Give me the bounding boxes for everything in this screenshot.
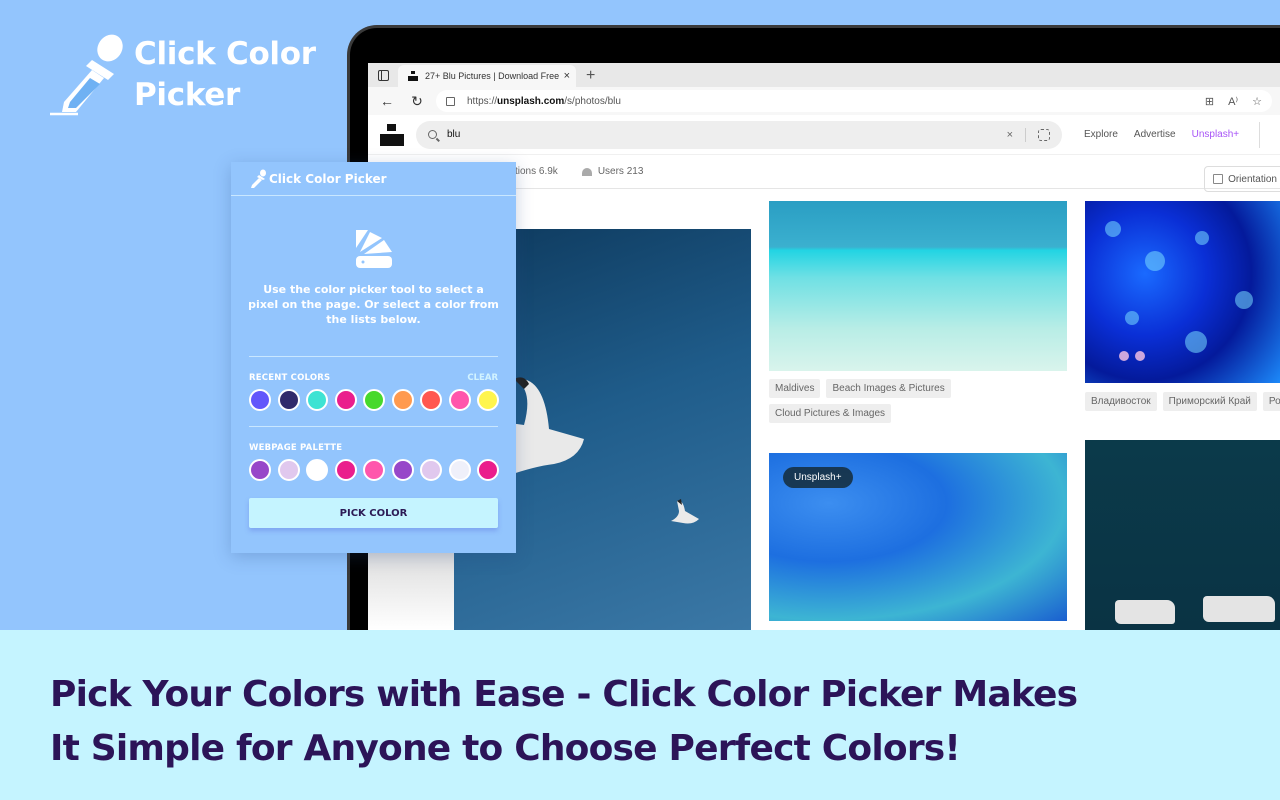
tab-close-button[interactable]: × <box>564 70 570 82</box>
recent-color-swatch[interactable] <box>448 389 471 411</box>
unsplash-nav: Explore Advertise Unsplash+ <box>1084 129 1239 140</box>
popup-description: Use the color picker tool to select a pi… <box>248 283 499 326</box>
palette-color-swatch[interactable] <box>391 459 414 481</box>
search-value: blu <box>447 129 461 140</box>
orientation-icon <box>1213 174 1224 184</box>
webpage-palette-label: WEBPAGE PALETTE <box>249 443 343 453</box>
palette-color-swatch[interactable] <box>363 459 385 481</box>
unsplash-favicon-icon <box>408 71 418 81</box>
brand-logo: Click Color Picker <box>48 32 316 118</box>
url-path: /s/photos/blu <box>564 95 621 107</box>
color-picker-popup: Click Color Picker Use the color picker … <box>231 162 516 553</box>
clear-search-button[interactable]: × <box>1007 129 1013 141</box>
clear-recent-button[interactable]: CLEAR <box>467 373 498 383</box>
brand-title-line2: Picker <box>134 77 241 113</box>
divider <box>249 356 498 357</box>
photo-blue-balloons[interactable]: Unsplash+ <box>769 453 1067 621</box>
unsplash-header: blu × Explore Advertise Unsplash+ <box>368 115 1280 155</box>
search-divider <box>1025 127 1026 142</box>
palette-color-swatch[interactable] <box>249 459 271 481</box>
browser-tab[interactable]: 27+ Blu Pictures | Download Free × <box>398 65 576 87</box>
nav-divider <box>1259 121 1261 148</box>
tag[interactable]: Cloud Pictures & Images <box>769 404 892 423</box>
search-input[interactable]: blu × <box>416 120 1062 149</box>
tag[interactable]: Beach Images & Pictures <box>826 379 951 398</box>
favorites-icon[interactable]: ☆ <box>1252 95 1262 108</box>
recent-color-swatch[interactable] <box>334 389 357 411</box>
recent-color-swatch[interactable] <box>391 389 414 411</box>
tab-bar: 27+ Blu Pictures | Download Free × + <box>368 63 1280 87</box>
banner-line2: It Simple for Anyone to Choose Perfect C… <box>50 728 961 769</box>
reload-button[interactable]: ↻ <box>406 93 428 110</box>
sidebar-toggle-button[interactable] <box>368 63 398 87</box>
eyedropper-icon <box>251 169 266 188</box>
palette-color-swatch[interactable] <box>334 459 357 481</box>
new-tab-button[interactable]: + <box>586 65 595 87</box>
recent-color-swatch[interactable] <box>249 389 271 411</box>
tab-users-label: Users 213 <box>597 166 644 177</box>
unsplash-plus-badge: Unsplash+ <box>783 467 853 488</box>
bokeh-tags: Владивосток Приморский Край Ро <box>1085 392 1280 411</box>
back-button[interactable]: ← <box>376 93 398 109</box>
tag[interactable]: Приморский Край <box>1162 392 1257 411</box>
sidebar-icon <box>377 69 389 81</box>
nav-explore[interactable]: Explore <box>1084 129 1118 140</box>
tab-title: 27+ Blu Pictures | Download Free <box>425 71 560 81</box>
seagull-small-image <box>671 499 699 524</box>
promo-banner: Pick Your Colors with Ease - Click Color… <box>0 630 1280 800</box>
address-bar[interactable]: https://unsplash.com/s/photos/blu ⊞ A⁾ ☆ <box>436 90 1272 112</box>
recent-color-swatch[interactable] <box>420 389 442 411</box>
read-aloud-icon[interactable]: A⁾ <box>1228 95 1238 108</box>
search-icon <box>428 130 437 139</box>
orientation-filter-button[interactable]: Orientation <box>1204 166 1280 192</box>
url-host: unsplash.com <box>497 95 565 107</box>
unsplash-logo[interactable] <box>380 123 404 146</box>
orientation-label: Orientation <box>1228 173 1277 185</box>
recent-color-swatch[interactable] <box>477 389 499 411</box>
banner-line1: Pick Your Colors with Ease - Click Color… <box>50 674 1078 715</box>
navigation-bar: ← ↻ https://unsplash.com/s/photos/blu ⊞ … <box>368 87 1280 115</box>
palette-color-swatch[interactable] <box>420 459 442 481</box>
nav-advertise[interactable]: Advertise <box>1134 129 1176 140</box>
tab-users[interactable]: Users 213 <box>581 166 644 177</box>
palette-color-swatch[interactable] <box>477 459 499 481</box>
palette-color-swatch[interactable] <box>448 459 471 481</box>
palette-color-swatch[interactable] <box>277 459 300 481</box>
app-available-icon[interactable]: ⊞ <box>1205 95 1214 108</box>
popup-header: Click Color Picker <box>231 162 516 196</box>
users-icon <box>581 167 592 176</box>
webpage-palette-row <box>249 459 499 481</box>
tag[interactable]: Ро <box>1262 392 1280 411</box>
url-prefix: https:// <box>467 95 498 107</box>
visual-search-icon[interactable] <box>1038 128 1050 141</box>
photo-beach[interactable] <box>769 201 1067 371</box>
tag[interactable]: Владивосток <box>1085 392 1157 411</box>
divider <box>249 426 498 427</box>
popup-title: Click Color Picker <box>269 171 387 186</box>
photo-bokeh[interactable] <box>1085 201 1280 383</box>
color-swatch-book-icon <box>356 230 392 268</box>
recent-color-swatch[interactable] <box>363 389 385 411</box>
tab-collections[interactable]: ctions 6.9k <box>510 166 558 177</box>
tag[interactable]: Maldives <box>769 379 821 398</box>
eyedropper-icon <box>50 34 123 116</box>
recent-color-swatch[interactable] <box>277 389 300 411</box>
recent-colors-row <box>249 389 499 411</box>
banner-headline: Pick Your Colors with Ease - Click Color… <box>50 668 1078 776</box>
palette-color-swatch[interactable] <box>306 459 328 481</box>
lock-icon <box>446 96 455 106</box>
recent-colors-label: RECENT COLORS <box>249 373 331 383</box>
recent-color-swatch[interactable] <box>306 389 328 411</box>
pick-color-button[interactable]: PICK COLOR <box>249 498 498 528</box>
nav-unsplash-plus[interactable]: Unsplash+ <box>1192 129 1240 140</box>
photo-ocean-rocks[interactable] <box>1085 440 1280 630</box>
brand-title-line1: Click Color <box>134 36 316 72</box>
beach-tags: Maldives Beach Images & Pictures Cloud P… <box>769 379 1059 423</box>
